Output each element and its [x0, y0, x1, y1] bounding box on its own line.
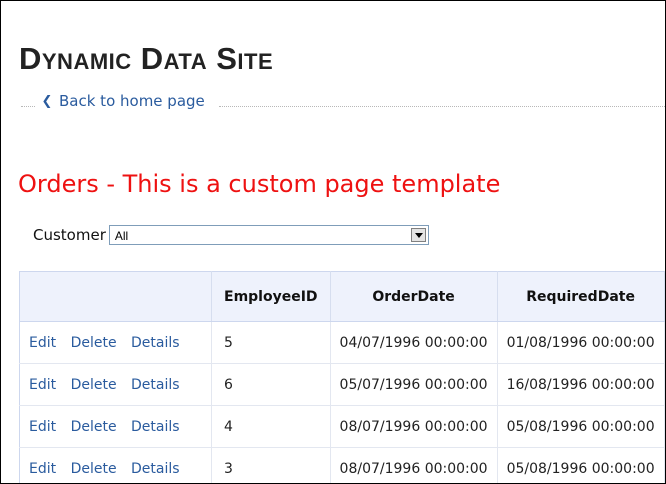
cell-required-date: 01/08/1996 00:00:00: [497, 321, 665, 364]
table-row: Edit Delete Details 6 05/07/1996 00:00:0…: [19, 363, 665, 406]
row-actions: Edit Delete Details: [19, 405, 212, 448]
cell-order-date: 04/07/1996 00:00:00: [330, 321, 498, 364]
cell-order-date: 08/07/1996 00:00:00: [330, 405, 498, 448]
customer-select-value: All: [114, 229, 129, 243]
table-row: Edit Delete Details 3 08/07/1996 00:00:0…: [19, 447, 665, 483]
cell-employee-id: 4: [211, 405, 331, 448]
back-nav: ❮ Back to home page: [21, 89, 665, 113]
cell-employee-id: 3: [211, 447, 331, 483]
cell-employee-id: 6: [211, 363, 331, 406]
cell-order-date: 08/07/1996 00:00:00: [330, 447, 498, 483]
cell-required-date: 05/08/1996 00:00:00: [497, 405, 665, 448]
column-header-employee-id[interactable]: EmployeeID: [211, 271, 331, 322]
edit-link[interactable]: Edit: [29, 461, 56, 477]
column-header-required-date[interactable]: RequiredDate: [497, 271, 665, 322]
cell-required-date: 05/08/1996 00:00:00: [497, 447, 665, 483]
customer-select[interactable]: All: [108, 225, 429, 245]
column-header-order-date[interactable]: OrderDate: [330, 271, 498, 322]
delete-link[interactable]: Delete: [71, 419, 117, 435]
table-row: Edit Delete Details 4 08/07/1996 00:00:0…: [19, 405, 665, 448]
delete-link[interactable]: Delete: [71, 461, 117, 477]
dotted-divider: [218, 105, 665, 107]
cell-order-date: 05/07/1996 00:00:00: [330, 363, 498, 406]
chevron-down-icon[interactable]: [410, 228, 426, 242]
page-heading: Orders - This is a custom page template: [18, 170, 501, 198]
row-actions: Edit Delete Details: [19, 447, 212, 483]
site-title: Dynamic Data Site: [19, 41, 274, 76]
edit-link[interactable]: Edit: [29, 377, 56, 393]
cell-employee-id: 5: [211, 321, 331, 364]
row-actions: Edit Delete Details: [19, 321, 212, 364]
dotted-divider: [21, 105, 35, 107]
edit-link[interactable]: Edit: [29, 419, 56, 435]
details-link[interactable]: Details: [131, 419, 180, 435]
customer-filter-label: Customer: [33, 226, 106, 244]
delete-link[interactable]: Delete: [71, 377, 117, 393]
cell-required-date: 16/08/1996 00:00:00: [497, 363, 665, 406]
edit-link[interactable]: Edit: [29, 335, 56, 351]
customer-filter: Customer All: [33, 225, 429, 245]
delete-link[interactable]: Delete: [71, 335, 117, 351]
table-row: Edit Delete Details 5 04/07/1996 00:00:0…: [19, 321, 665, 364]
page-frame: Dynamic Data Site ❮ Back to home page Or…: [0, 0, 666, 484]
grid-header-row: EmployeeID OrderDate RequiredDate: [19, 271, 665, 322]
details-link[interactable]: Details: [131, 377, 180, 393]
column-header-actions: [19, 271, 212, 322]
orders-grid: EmployeeID OrderDate RequiredDate Edit D…: [19, 271, 665, 483]
chevron-left-icon[interactable]: ❮: [35, 94, 59, 109]
details-link[interactable]: Details: [131, 335, 180, 351]
back-to-home-link[interactable]: Back to home page: [59, 92, 205, 110]
details-link[interactable]: Details: [131, 461, 180, 477]
row-actions: Edit Delete Details: [19, 363, 212, 406]
